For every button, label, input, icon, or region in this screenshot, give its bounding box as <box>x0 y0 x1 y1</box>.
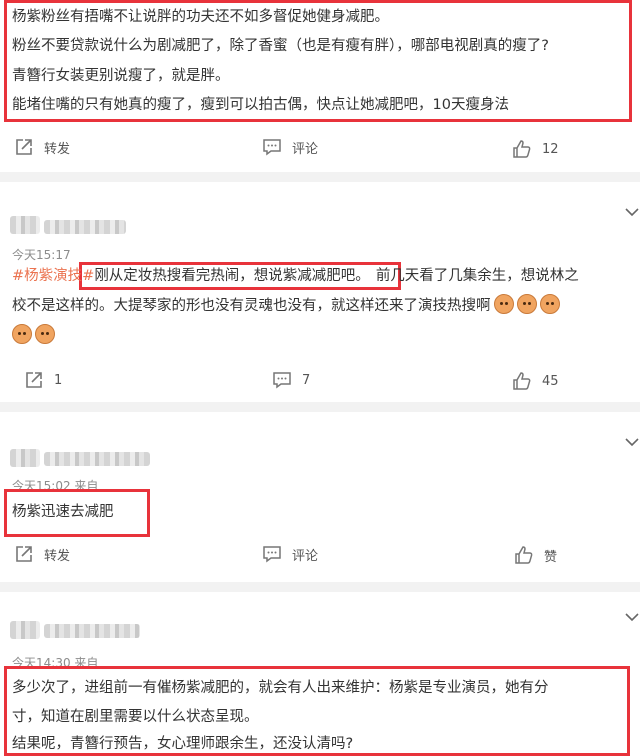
cat-emoji-icon <box>516 294 537 314</box>
comment-icon <box>273 372 291 389</box>
avatar-blurred <box>10 449 40 467</box>
comment-text-line: 多少次了，进组前一有催杨紫减肥的，就会有人出来维护：杨紫是专业演员，她有分 <box>12 680 549 696</box>
repost-count: 1 <box>54 372 63 388</box>
repost-label: 转发 <box>44 141 71 157</box>
repost-icon <box>16 139 32 155</box>
chevron-down-icon[interactable] <box>624 612 640 622</box>
hashtag-link[interactable]: #杨紫演技# <box>12 268 94 284</box>
comment-text-line: 杨紫粉丝有捂嘴不让说胖的功夫还不如多督促她健身减肥。 <box>12 9 389 25</box>
username-blurred <box>44 220 126 234</box>
like-button[interactable]: 45 <box>512 369 559 393</box>
comment-text-line: 寸，知道在剧里需要以什么状态呈现。 <box>12 709 259 725</box>
repost-button[interactable]: 转发 <box>14 542 70 566</box>
thumbs-up-icon <box>515 546 533 564</box>
thumbs-up-icon <box>513 140 531 158</box>
avatar-blurred <box>10 621 40 639</box>
cat-emoji-icon <box>539 294 560 314</box>
cat-emoji-icon <box>493 294 514 314</box>
section-divider <box>0 402 640 412</box>
comment-text: 前几天看了几集余生，想说林之 <box>375 268 579 284</box>
repost-button[interactable]: 转发 <box>14 135 70 159</box>
repost-icon <box>16 546 32 562</box>
comment-text-line: 青簪行女装更别说瘦了，就是胖。 <box>12 68 230 84</box>
comment-label: 评论 <box>292 141 319 157</box>
comment-text-line: 结果呢，青簪行预告，女心理师跟余生，还没认清吗? <box>12 736 354 752</box>
comment-icon <box>263 139 281 156</box>
username-blurred <box>44 624 140 638</box>
comment-text-line: 校不是这样的。大提琴家的形也没有灵魂也没有，就这样还来了演技热搜啊 <box>12 294 560 317</box>
repost-label: 转发 <box>44 548 71 564</box>
section-divider <box>0 172 640 182</box>
like-label: 赞 <box>544 549 558 565</box>
comment-button[interactable]: 评论 <box>262 135 318 159</box>
like-count: 45 <box>542 373 559 389</box>
comment-button[interactable]: 7 <box>272 368 310 392</box>
comment-text-line: 能堵住嘴的只有她真的瘦了，瘦到可以拍古偶，快点让她减肥吧，10天瘦身法 <box>12 97 509 113</box>
comment-timestamp: 今天15:17 <box>12 248 71 262</box>
username-blurred <box>44 452 150 466</box>
comment-icon <box>263 546 281 563</box>
cat-emoji-icon <box>35 324 55 344</box>
repost-icon <box>26 372 42 388</box>
comment-count: 7 <box>302 372 311 388</box>
comment-label: 评论 <box>292 548 319 564</box>
like-button[interactable]: 赞 <box>514 543 557 567</box>
avatar-blurred <box>10 216 40 234</box>
like-button[interactable]: 12 <box>512 137 559 161</box>
comment-text-line: #杨紫演技#刚从定妆热搜看完热闹，想说紫减减肥吧。 前几天看了几集余生，想说林之 <box>12 265 579 287</box>
chevron-down-icon[interactable] <box>624 437 640 447</box>
thumbs-up-icon <box>513 372 531 390</box>
emoji-row <box>12 324 55 344</box>
section-divider <box>0 582 640 592</box>
comment-text: 杨紫迅速去减肥 <box>12 504 114 520</box>
comment-text-line: 粉丝不要贷款说什么为剧减肥了，除了香蜜（也是有瘦有胖），哪部电视剧真的瘦了? <box>12 38 549 54</box>
comment-button[interactable]: 评论 <box>262 542 318 566</box>
like-count: 12 <box>542 141 559 157</box>
chevron-down-icon[interactable] <box>624 207 640 217</box>
repost-button[interactable]: 1 <box>24 368 62 392</box>
comment-text-highlighted: 刚从定妆热搜看完热闹，想说紫减减肥吧。 <box>94 268 370 284</box>
cat-emoji-icon <box>12 324 32 344</box>
